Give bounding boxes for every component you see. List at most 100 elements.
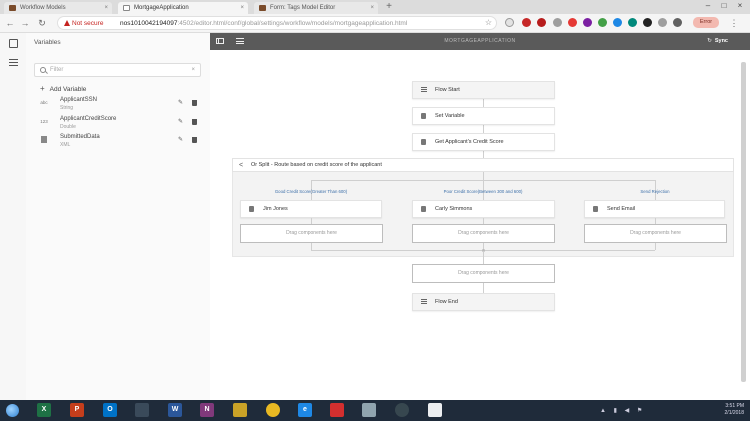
branch-step-send-email[interactable]: Send Email: [584, 200, 725, 218]
branch-step-carly-simmons[interactable]: Carly Simmons: [412, 200, 555, 218]
canvas-scrollbar[interactable]: [741, 62, 746, 382]
outlook-icon[interactable]: O: [103, 403, 117, 417]
reload-button[interactable]: ↻: [36, 17, 48, 29]
node-label: Get Applicant's Credit Score: [435, 139, 504, 145]
extension-icon[interactable]: [522, 18, 531, 27]
minimize-window-button[interactable]: –: [700, 0, 716, 12]
document-type-icon: [41, 136, 47, 143]
app-icon[interactable]: [428, 403, 442, 417]
security-indicator[interactable]: Not secure: [64, 18, 103, 29]
clock[interactable]: 3:51 PM 2/1/2018: [725, 403, 744, 417]
close-tab-icon[interactable]: ×: [370, 2, 374, 14]
tools-icon[interactable]: [135, 403, 149, 417]
get-credit-score-node[interactable]: Get Applicant's Credit Score: [412, 133, 555, 151]
extension-icon[interactable]: [673, 18, 682, 27]
extension-icon[interactable]: [613, 18, 622, 27]
filter-input[interactable]: Filter ×: [34, 63, 201, 77]
forward-button[interactable]: →: [19, 17, 31, 29]
extension-icon[interactable]: [553, 18, 562, 27]
extension-icon[interactable]: [658, 18, 667, 27]
connector: [483, 172, 484, 180]
panel-title: Variables: [34, 39, 61, 46]
connector: [483, 125, 484, 133]
app-icon[interactable]: [362, 403, 376, 417]
or-split-header[interactable]: < Or Split - Route based on credit score…: [232, 158, 734, 172]
search-icon: [40, 67, 46, 73]
extension-icon[interactable]: [505, 18, 514, 27]
components-icon[interactable]: [9, 39, 18, 48]
internet-explorer-icon[interactable]: e: [298, 403, 312, 417]
delete-icon[interactable]: [192, 137, 197, 143]
clear-filter-icon[interactable]: ×: [191, 64, 195, 77]
tab-workflow-models[interactable]: Workflow Models ×: [4, 2, 112, 14]
app-icon[interactable]: [330, 403, 344, 417]
new-tab-button[interactable]: +: [383, 2, 395, 13]
flow-start-node[interactable]: Flow Start: [412, 81, 555, 99]
tab-title: Workflow Models: [20, 5, 66, 11]
flow-end-icon: [421, 299, 427, 305]
maximize-window-button[interactable]: □: [716, 0, 732, 12]
variable-type: Double: [60, 124, 76, 130]
powerpoint-icon[interactable]: P: [70, 403, 84, 417]
edit-icon[interactable]: ✎: [178, 136, 183, 143]
branch-step-jim-jones[interactable]: Jim Jones: [240, 200, 382, 218]
security-label: Not secure: [72, 20, 104, 27]
variables-icon[interactable]: [9, 59, 18, 68]
drop-zone[interactable]: Drag components here: [584, 224, 727, 243]
connector: [483, 283, 484, 293]
extension-icon[interactable]: [583, 18, 592, 27]
connector: [655, 243, 656, 250]
extension-icon[interactable]: [537, 18, 546, 27]
drop-zone[interactable]: Drag components here: [412, 264, 555, 283]
bookmark-star-icon[interactable]: ☆: [485, 17, 492, 29]
system-tray-icons[interactable]: ▲ ▮ ◀ ⚑: [600, 407, 645, 414]
branch-label: Poor Credit Score(Between 300 and 600): [443, 189, 523, 194]
close-tab-icon[interactable]: ×: [104, 2, 108, 14]
drop-zone[interactable]: Drag components here: [412, 224, 555, 243]
delete-icon[interactable]: [192, 119, 197, 125]
extension-icon[interactable]: [643, 18, 652, 27]
edit-icon[interactable]: ✎: [178, 99, 183, 106]
participant-step-icon: [249, 206, 254, 212]
excel-icon[interactable]: X: [37, 403, 51, 417]
chrome-icon[interactable]: [266, 403, 280, 417]
onenote-icon[interactable]: N: [200, 403, 214, 417]
profile-button[interactable]: Error: [693, 17, 719, 28]
sync-button[interactable]: Sync: [707, 33, 728, 50]
node-label: Send Email: [607, 206, 636, 212]
extension-icon[interactable]: [628, 18, 637, 27]
variable-item[interactable]: abc ApplicantSSN String ✎: [34, 97, 204, 115]
add-variable-button[interactable]: + Add Variable: [40, 84, 86, 93]
filter-placeholder: Filter: [50, 67, 64, 73]
tab-form-tags-model-editor[interactable]: Form: Tags Model Editor ×: [254, 2, 378, 14]
clock-time: 3:51 PM: [725, 403, 744, 409]
calculator-icon[interactable]: [233, 403, 247, 417]
close-window-button[interactable]: ×: [732, 0, 748, 12]
set-variable-node[interactable]: Set Variable: [412, 107, 555, 125]
app-icon[interactable]: [395, 403, 409, 417]
variable-type: XML: [60, 142, 71, 148]
side-rail: [0, 33, 27, 400]
flow-end-node[interactable]: Flow End: [412, 293, 555, 311]
url-path: :4502/editor.html/conf/global/settings/w…: [177, 20, 408, 27]
branch-label: Good Credit Score(Greater Than 600): [274, 189, 348, 194]
back-button[interactable]: ←: [4, 17, 16, 29]
url-host: nos1010042194097: [120, 20, 178, 27]
extension-icon[interactable]: [568, 18, 577, 27]
variable-name: ApplicantSSN: [60, 97, 98, 103]
address-bar[interactable]: Not secure nos1010042194097:4502/editor.…: [57, 16, 497, 30]
close-tab-icon[interactable]: ×: [240, 2, 244, 14]
start-button[interactable]: [6, 404, 19, 417]
variable-item[interactable]: SubmittedData XML ✎: [34, 134, 204, 152]
word-icon[interactable]: W: [168, 403, 182, 417]
variable-item[interactable]: 123 ApplicantCreditScore Double ✎: [34, 116, 204, 134]
extension-icon[interactable]: [598, 18, 607, 27]
drop-zone[interactable]: Drag components here: [240, 224, 383, 243]
menu-icon[interactable]: ⋮: [728, 17, 740, 29]
delete-icon[interactable]: [192, 100, 197, 106]
tab-mortgageapplication[interactable]: MortgageApplication ×: [118, 2, 248, 14]
aem-favicon-icon: [9, 5, 16, 11]
edit-icon[interactable]: ✎: [178, 118, 183, 125]
variable-type: String: [60, 105, 74, 111]
connector: [483, 151, 484, 158]
